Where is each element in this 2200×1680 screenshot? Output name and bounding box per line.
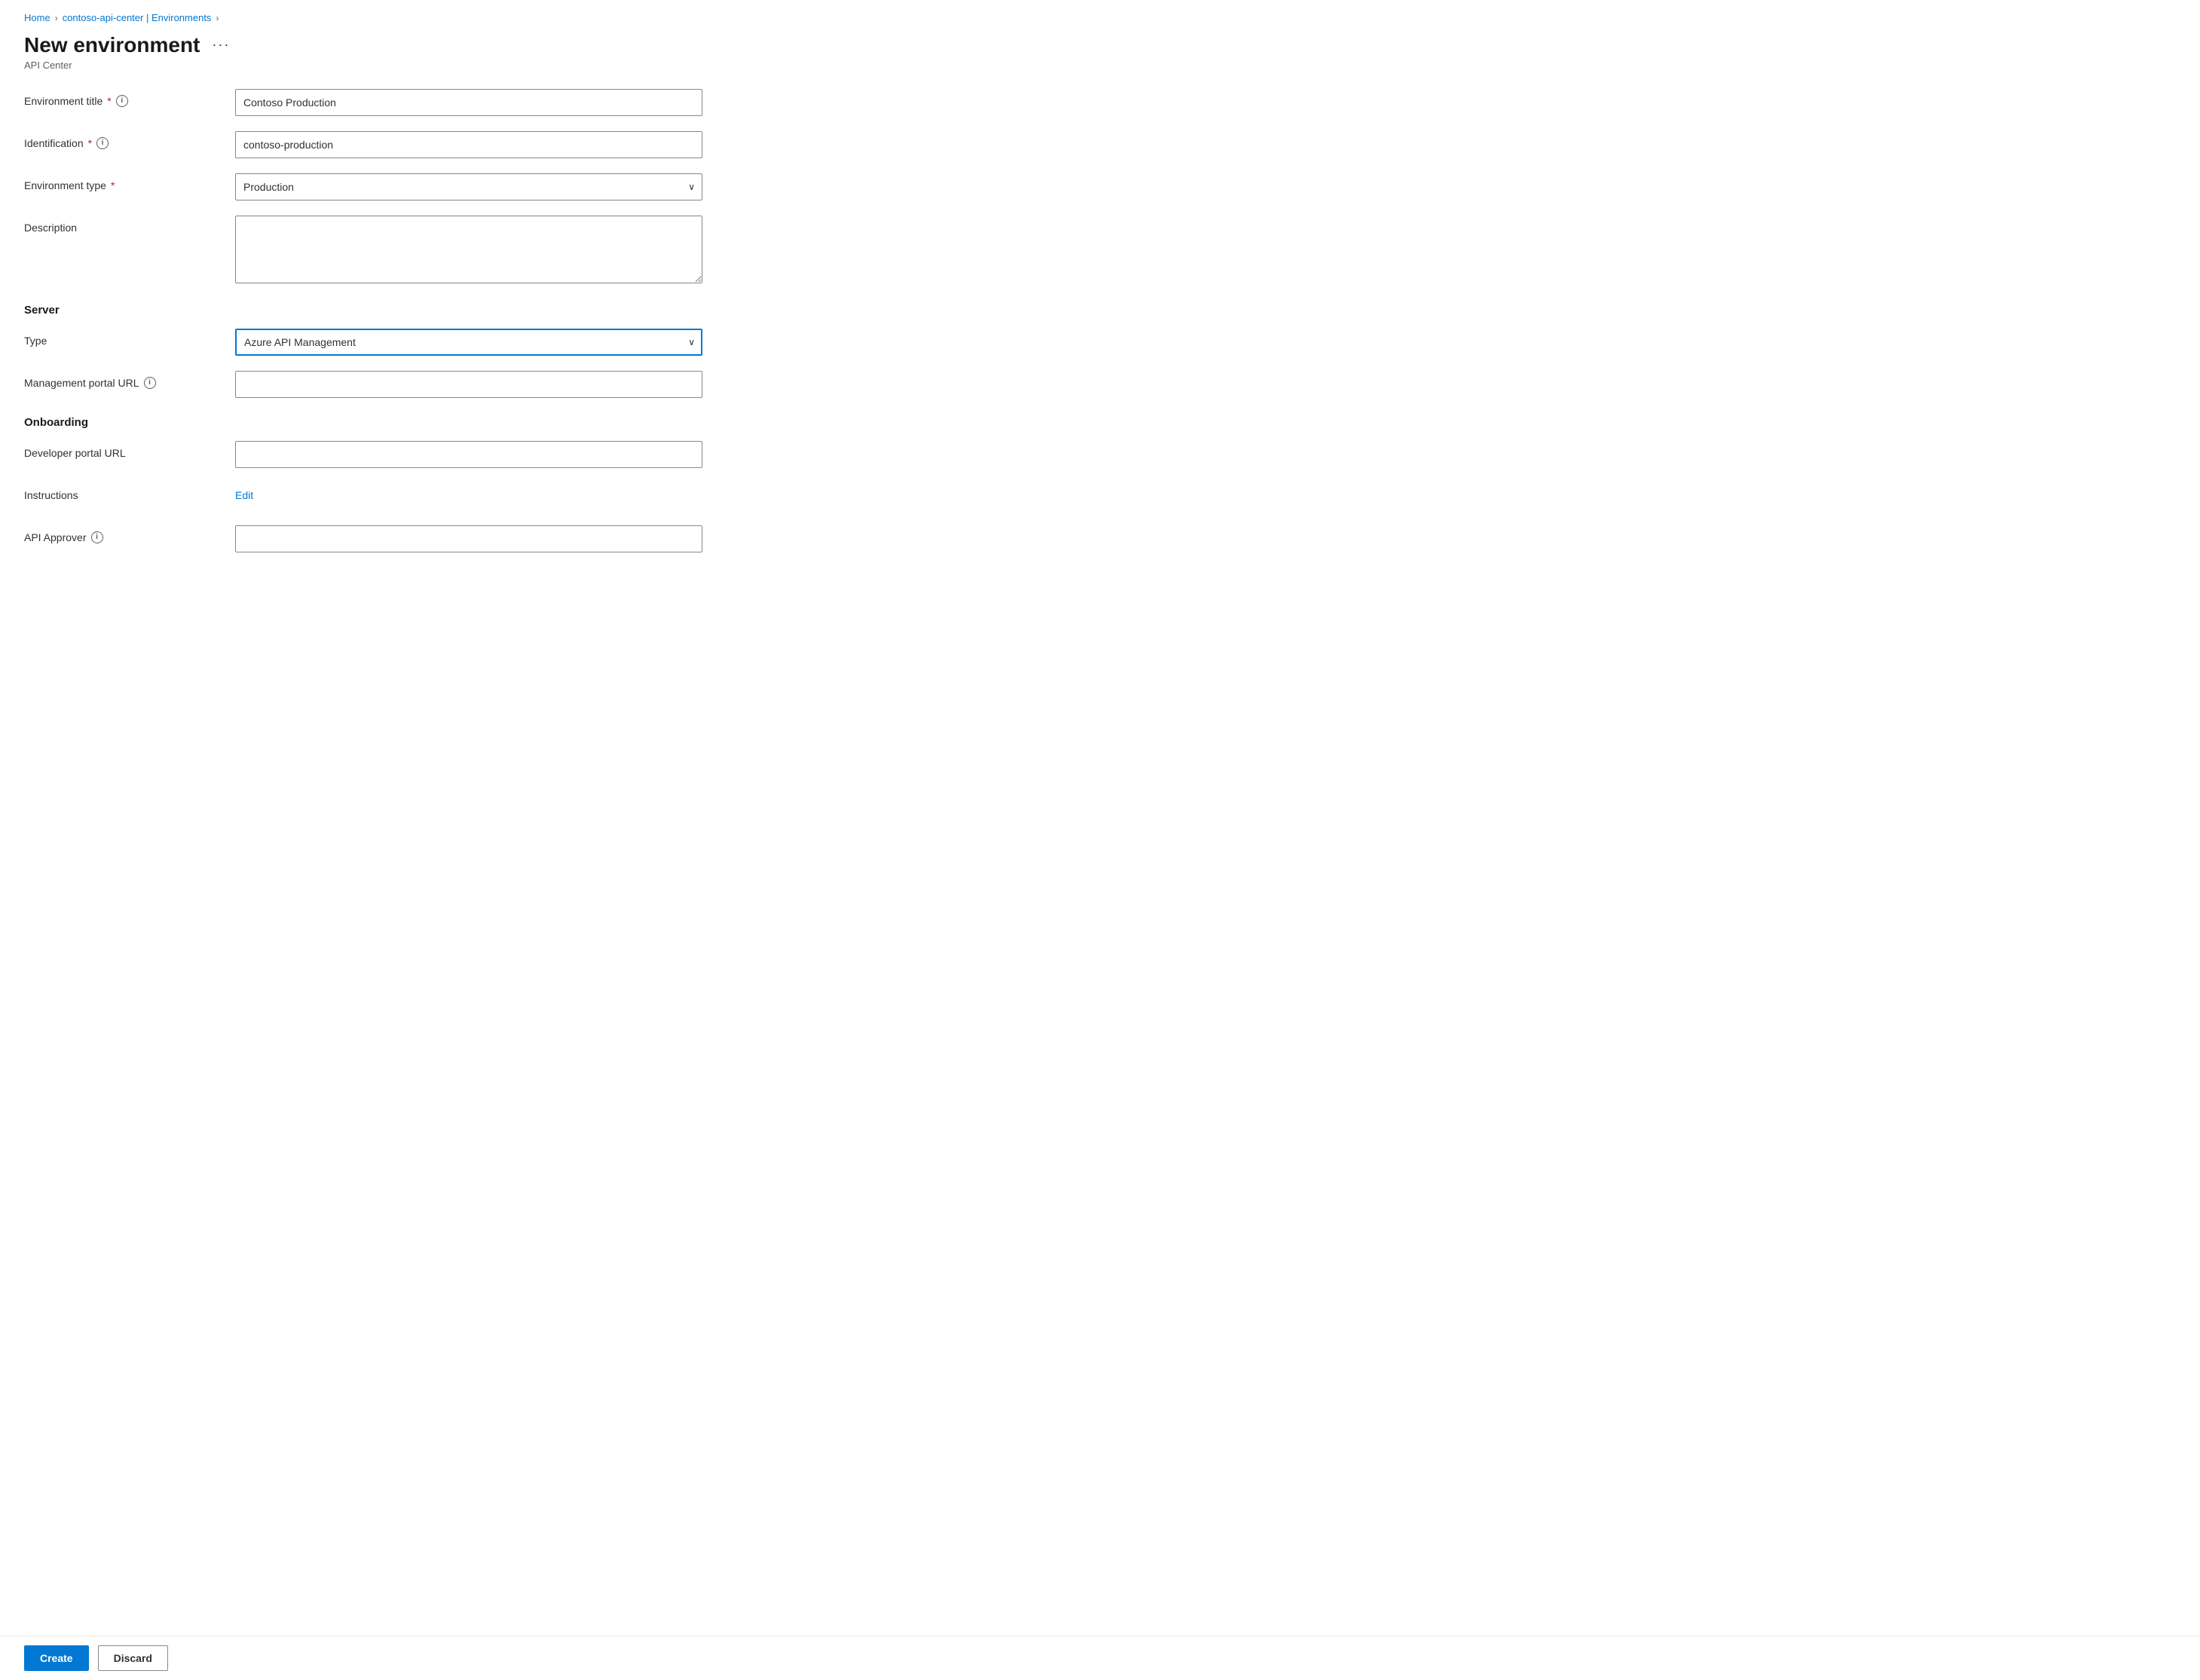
breadcrumb-home[interactable]: Home bbox=[24, 12, 50, 23]
onboarding-section-header: Onboarding bbox=[24, 416, 880, 429]
new-environment-form: Environment title * i Identification * i… bbox=[24, 89, 880, 552]
instructions-label: Instructions bbox=[24, 483, 235, 501]
management-portal-url-label: Management portal URL i bbox=[24, 371, 235, 389]
developer-portal-url-control bbox=[235, 441, 702, 468]
description-row: Description bbox=[24, 216, 880, 286]
identification-label: Identification * i bbox=[24, 131, 235, 149]
api-approver-label: API Approver i bbox=[24, 525, 235, 543]
page-title: New environment bbox=[24, 32, 200, 58]
environment-type-row: Environment type * Production Staging De… bbox=[24, 173, 880, 200]
environment-title-row: Environment title * i bbox=[24, 89, 880, 116]
identification-row: Identification * i bbox=[24, 131, 880, 158]
management-portal-url-row: Management portal URL i bbox=[24, 371, 880, 398]
description-control bbox=[235, 216, 702, 286]
breadcrumb-environments[interactable]: contoso-api-center | Environments bbox=[63, 12, 212, 23]
breadcrumb-separator-1: › bbox=[55, 13, 58, 23]
instructions-edit-link[interactable]: Edit bbox=[235, 483, 253, 501]
management-portal-url-control bbox=[235, 371, 702, 398]
developer-portal-url-row: Developer portal URL bbox=[24, 441, 880, 468]
breadcrumb-separator-2: › bbox=[216, 13, 219, 23]
environment-title-label: Environment title * i bbox=[24, 89, 235, 107]
create-button[interactable]: Create bbox=[24, 1645, 89, 1671]
identification-required: * bbox=[88, 137, 92, 149]
api-approver-info-icon[interactable]: i bbox=[91, 531, 103, 543]
breadcrumb: Home › contoso-api-center | Environments… bbox=[24, 12, 880, 23]
api-approver-control bbox=[235, 525, 702, 552]
environment-title-control bbox=[235, 89, 702, 116]
api-approver-input[interactable] bbox=[235, 525, 702, 552]
server-section-header: Server bbox=[24, 304, 880, 317]
instructions-row: Instructions Edit bbox=[24, 483, 880, 510]
environment-type-select[interactable]: Production Staging Development Testing bbox=[235, 173, 702, 200]
more-options-button[interactable]: ··· bbox=[207, 35, 234, 54]
page-header: New environment ··· API Center bbox=[24, 32, 880, 71]
identification-control bbox=[235, 131, 702, 158]
description-label: Description bbox=[24, 216, 235, 234]
management-portal-url-input[interactable] bbox=[235, 371, 702, 398]
server-type-row: Type Azure API Management AWS API Gatewa… bbox=[24, 329, 880, 356]
environment-type-select-wrapper: Production Staging Development Testing ∨ bbox=[235, 173, 702, 200]
server-type-label: Type bbox=[24, 329, 235, 347]
developer-portal-url-input[interactable] bbox=[235, 441, 702, 468]
environment-type-required: * bbox=[111, 179, 115, 191]
identification-info-icon[interactable]: i bbox=[96, 137, 109, 149]
environment-title-input[interactable] bbox=[235, 89, 702, 116]
environment-type-control: Production Staging Development Testing ∨ bbox=[235, 173, 702, 200]
page-subtitle: API Center bbox=[24, 60, 880, 71]
environment-title-info-icon[interactable]: i bbox=[116, 95, 128, 107]
description-textarea[interactable] bbox=[235, 216, 702, 283]
identification-input[interactable] bbox=[235, 131, 702, 158]
discard-button[interactable]: Discard bbox=[98, 1645, 168, 1671]
server-type-select[interactable]: Azure API Management AWS API Gateway Kon… bbox=[235, 329, 702, 356]
management-portal-url-info-icon[interactable]: i bbox=[144, 377, 156, 389]
instructions-control: Edit bbox=[235, 483, 702, 501]
server-type-control: Azure API Management AWS API Gateway Kon… bbox=[235, 329, 702, 356]
server-type-select-wrapper: Azure API Management AWS API Gateway Kon… bbox=[235, 329, 702, 356]
api-approver-row: API Approver i bbox=[24, 525, 880, 552]
environment-title-required: * bbox=[107, 95, 111, 107]
developer-portal-url-label: Developer portal URL bbox=[24, 441, 235, 459]
environment-type-label: Environment type * bbox=[24, 173, 235, 191]
action-bar: Create Discard bbox=[0, 1636, 2200, 1680]
